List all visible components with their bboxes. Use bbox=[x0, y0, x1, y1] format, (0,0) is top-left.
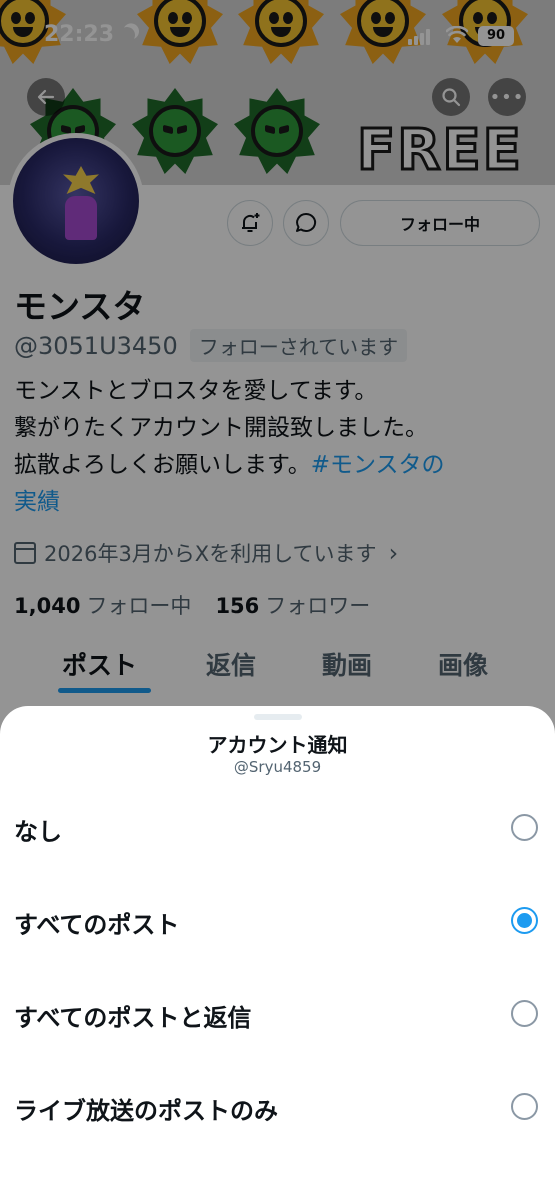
option-label: すべてのポストと返信 bbox=[14, 1004, 252, 1032]
option-live-broadcast-only[interactable]: ライブ放送のポストのみ bbox=[0, 1067, 555, 1147]
option-label: なし bbox=[14, 818, 62, 846]
option-all-posts[interactable]: すべてのポスト bbox=[0, 881, 555, 961]
option-label: すべてのポスト bbox=[14, 911, 180, 939]
radio-button[interactable] bbox=[511, 907, 538, 934]
radio-button[interactable] bbox=[511, 1000, 538, 1027]
option-label: ライブ放送のポストのみ bbox=[14, 1097, 278, 1125]
option-none[interactable]: なし bbox=[0, 788, 555, 868]
radio-button[interactable] bbox=[511, 814, 538, 841]
sheet-title: アカウント通知 bbox=[207, 733, 348, 757]
sheet-grabber[interactable] bbox=[254, 714, 302, 720]
radio-button[interactable] bbox=[511, 1093, 538, 1120]
option-all-posts-and-replies[interactable]: すべてのポストと返信 bbox=[0, 974, 555, 1054]
sheet-subtitle: @Sryu4859 bbox=[233, 758, 322, 776]
account-notifications-sheet: アカウント通知 @Sryu4859 なし すべてのポスト すべてのポストと返信 … bbox=[0, 706, 555, 1200]
